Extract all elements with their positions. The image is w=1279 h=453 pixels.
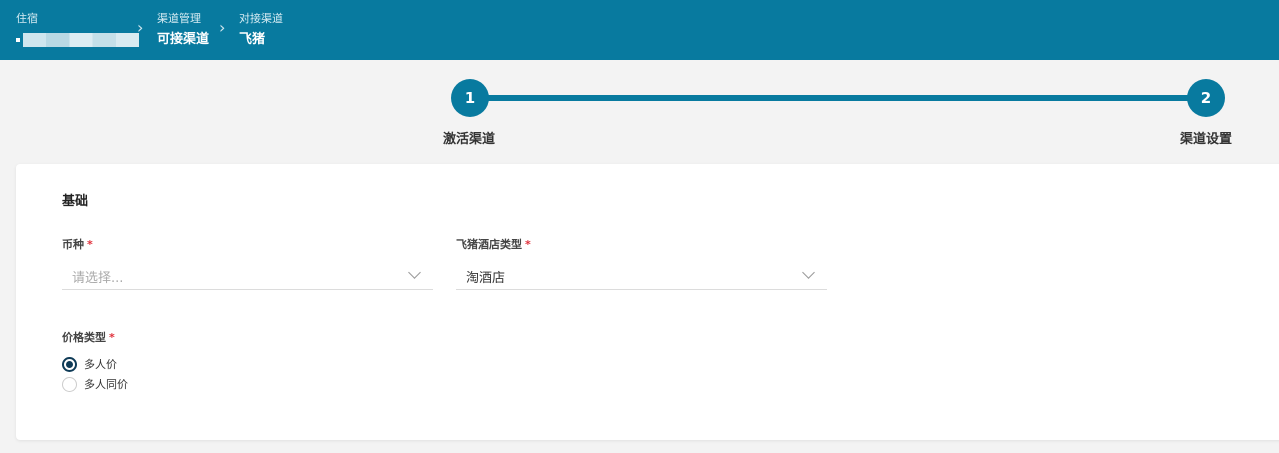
- price-type-label: 价格类型 *: [62, 329, 115, 345]
- breadcrumb-property[interactable]: 住宿: [16, 12, 139, 50]
- redacted-mark: [16, 37, 20, 42]
- chevron-down-icon: [408, 266, 421, 279]
- hotel-type-label: 飞猪酒店类型 *: [456, 236, 531, 252]
- step-2-circle[interactable]: 2: [1187, 79, 1225, 117]
- step-1-circle[interactable]: 1: [451, 79, 489, 117]
- step-2-label: 渠道设置: [1180, 132, 1233, 147]
- redacted-property-name: [23, 32, 139, 47]
- breadcrumb-channel-name: 飞猪: [239, 32, 266, 47]
- section-title: 基础: [62, 194, 89, 209]
- stepper: 1 2 激活渠道 渠道设置: [0, 60, 1279, 163]
- breadcrumb-connect-channel-caption: 对接渠道: [239, 12, 283, 25]
- breadcrumb-connect-channel[interactable]: 对接渠道 飞猪: [239, 12, 283, 50]
- hotel-type-select[interactable]: 淘酒店: [456, 260, 827, 290]
- breadcrumb-property-caption: 住宿: [16, 12, 38, 25]
- radio-label: 多人同价: [84, 378, 128, 391]
- required-mark: *: [87, 238, 93, 251]
- settings-card: 基础 币种 * 请选择... 飞猪酒店类型 * 淘酒店 价格类型 * 多人价 多人同价: [16, 164, 1279, 440]
- chevron-down-icon: [802, 266, 815, 279]
- chevron-right-icon: ›: [219, 18, 226, 37]
- radio-label: 多人价: [84, 358, 117, 371]
- currency-label: 币种 *: [62, 236, 93, 252]
- top-bar: 住宿 › 渠道管理 可接渠道 › 对接渠道 飞猪: [0, 0, 1279, 60]
- currency-select[interactable]: 请选择...: [62, 260, 433, 290]
- hotel-type-select-value: 淘酒店: [466, 271, 506, 286]
- breadcrumb-channel-management-caption: 渠道管理: [157, 12, 201, 25]
- required-mark: *: [109, 331, 115, 344]
- stepper-progress-line: [470, 95, 1207, 101]
- price-type-option-multi-person[interactable]: 多人价: [62, 356, 117, 372]
- radio-button[interactable]: [62, 376, 77, 392]
- required-mark: *: [525, 238, 531, 251]
- hotel-type-label-text: 飞猪酒店类型: [456, 238, 522, 251]
- currency-select-placeholder: 请选择...: [72, 271, 124, 286]
- price-type-option-same-price[interactable]: 多人同价: [62, 376, 128, 392]
- breadcrumb-available-channels: 可接渠道: [157, 32, 210, 47]
- currency-label-text: 币种: [62, 238, 84, 251]
- price-type-label-text: 价格类型: [62, 331, 106, 344]
- step-1-label: 激活渠道: [443, 132, 496, 147]
- breadcrumb-property-name: [16, 30, 139, 50]
- breadcrumb-channel-management[interactable]: 渠道管理 可接渠道: [157, 12, 209, 50]
- chevron-right-icon: ›: [137, 18, 144, 37]
- radio-button-checked[interactable]: [62, 356, 77, 372]
